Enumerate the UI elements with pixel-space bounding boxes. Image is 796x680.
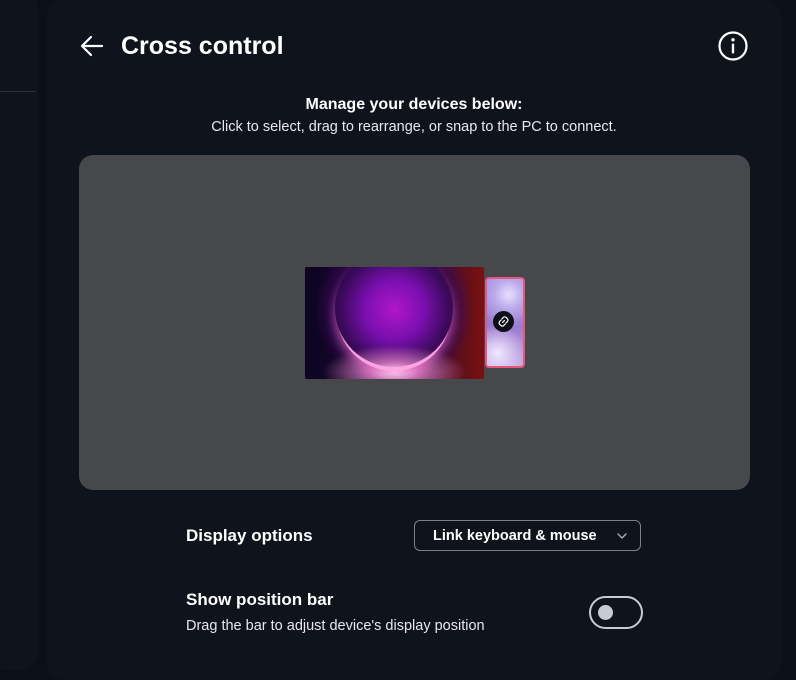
link-badge[interactable] bbox=[493, 311, 514, 332]
display-options-value: Link keyboard & mouse bbox=[433, 527, 597, 544]
toggle-knob bbox=[598, 605, 613, 620]
info-button[interactable] bbox=[716, 29, 750, 63]
chevron-down-icon bbox=[617, 533, 627, 539]
pc-wallpaper-art bbox=[335, 267, 453, 367]
show-position-bar-label: Show position bar bbox=[186, 590, 334, 609]
display-options-dropdown[interactable]: Link keyboard & mouse bbox=[414, 520, 641, 551]
instructions-subtitle: Click to select, drag to rearrange, or s… bbox=[211, 119, 617, 135]
back-button[interactable] bbox=[76, 30, 108, 62]
arrow-left-icon bbox=[80, 35, 104, 57]
link-icon bbox=[498, 316, 509, 327]
left-pane bbox=[0, 0, 38, 670]
display-options-label: Display options bbox=[186, 526, 313, 545]
pc-display-device[interactable] bbox=[305, 267, 484, 379]
instructions-title: Manage your devices below: bbox=[305, 96, 523, 113]
info-circle-icon bbox=[718, 31, 748, 61]
page-title: Cross control bbox=[121, 32, 284, 60]
show-position-bar-toggle[interactable] bbox=[589, 596, 643, 629]
show-position-bar-description: Drag the bar to adjust device's display … bbox=[186, 618, 485, 634]
left-pane-divider bbox=[0, 91, 36, 92]
